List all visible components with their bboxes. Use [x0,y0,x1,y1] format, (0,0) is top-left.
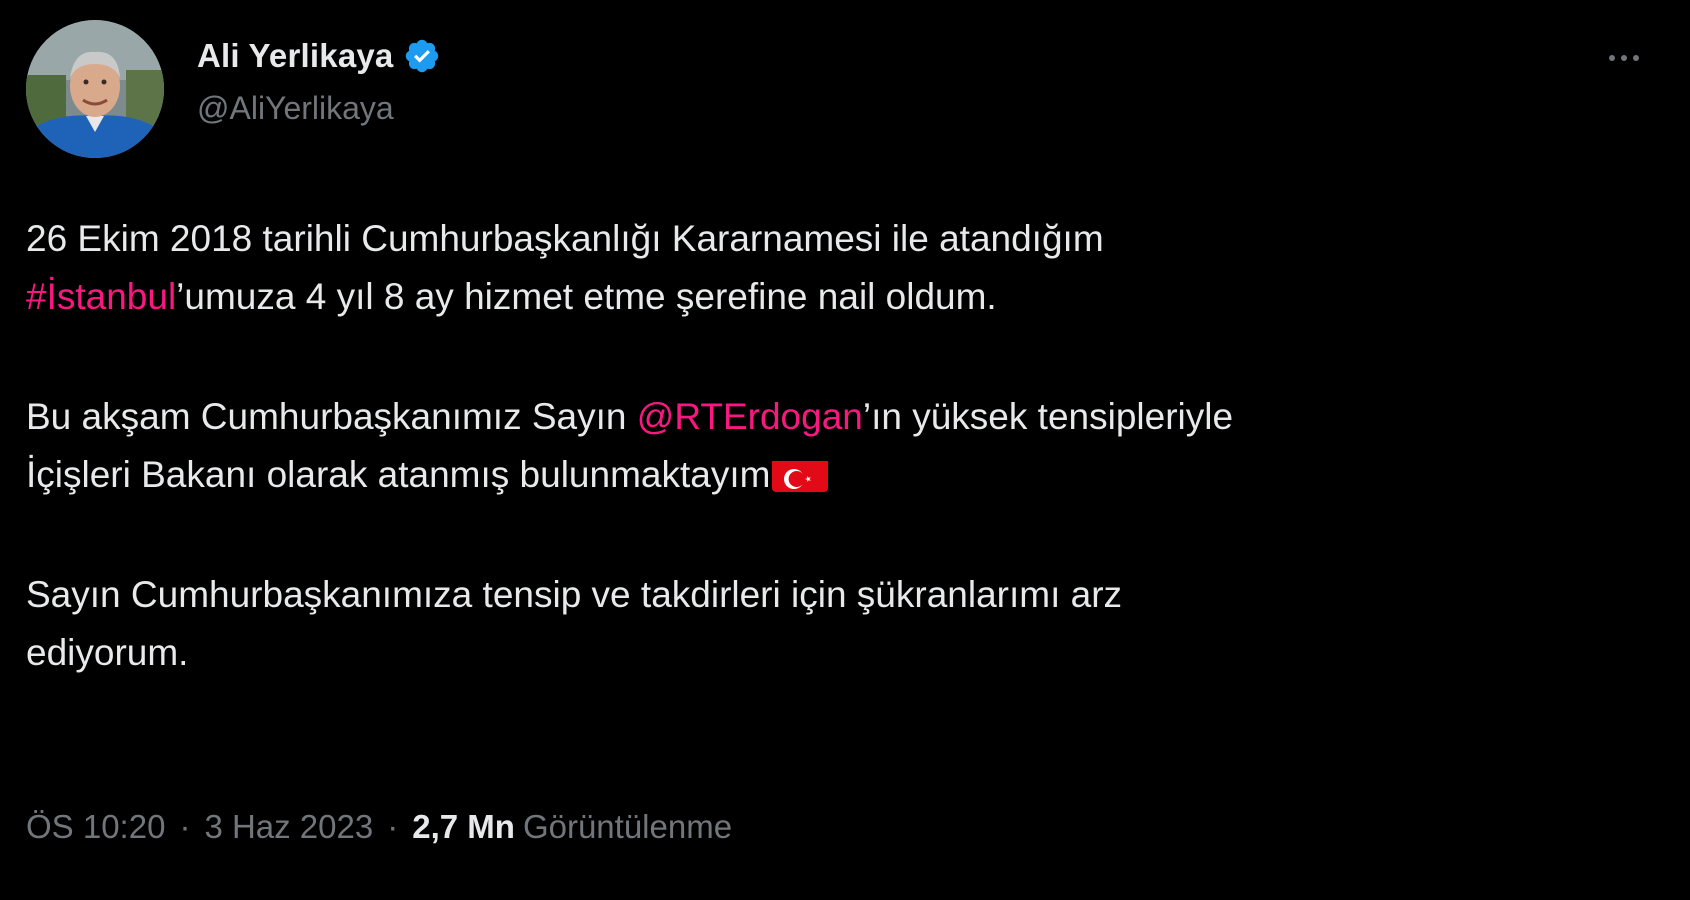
p2-after-mention: ’ın yüksek tensipleriyle [862,396,1234,437]
mention-rterdogan[interactable]: @RTErdogan [637,396,863,437]
p2-line2: İçişleri Bakanı olarak atanmış bulunmakt… [26,454,771,495]
author-name[interactable]: Ali Yerlikaya [197,37,393,75]
p1-after-hashtag: ’umuza 4 yıl 8 ay hizmet etme şerefine n… [176,276,997,317]
tweet-card: Ali Yerlikaya @AliYerlikaya 26 Ekim 2018… [0,0,1690,900]
verified-badge-icon[interactable] [403,37,441,75]
meta-separator: · [387,808,399,845]
author-info: Ali Yerlikaya @AliYerlikaya [197,34,441,127]
paragraph-3: Sayın Cumhurbaşkanımıza tensip ve takdir… [26,566,1646,682]
author-handle[interactable]: @AliYerlikaya [197,90,441,127]
p1-line1: 26 Ekim 2018 tarihli Cumhurbaşkanlığı Ka… [26,218,1104,259]
author-name-row: Ali Yerlikaya [197,34,441,78]
views-count[interactable]: 2,7 Mn [412,808,515,846]
more-options-icon[interactable] [1594,38,1654,78]
dot [1633,55,1639,61]
dot [1621,55,1627,61]
views-label: Görüntülenme [522,808,733,845]
tweet-meta: ÖS 10:20 · 3 Haz 2023 · 2,7 Mn Görüntüle… [26,808,732,846]
p2-before-mention: Bu akşam Cumhurbaşkanımız Sayın [26,396,637,437]
p3-line1: Sayın Cumhurbaşkanımıza tensip ve takdir… [26,574,1123,615]
tweet-time[interactable]: ÖS 10:20 [26,808,165,846]
hashtag-istanbul[interactable]: #İstanbul [26,276,176,317]
paragraph-2: Bu akşam Cumhurbaşkanımız Sayın @RTErdog… [26,388,1646,504]
avatar-photo [26,20,164,158]
p3-line2: ediyorum. [26,632,189,673]
dot [1609,55,1615,61]
tweet-date[interactable]: 3 Haz 2023 [204,808,373,846]
turkey-flag-icon [772,456,829,492]
tweet-text: 26 Ekim 2018 tarihli Cumhurbaşkanlığı Ka… [26,210,1646,682]
meta-separator: · [179,808,191,845]
avatar[interactable] [26,20,164,158]
paragraph-1: 26 Ekim 2018 tarihli Cumhurbaşkanlığı Ka… [26,210,1646,326]
